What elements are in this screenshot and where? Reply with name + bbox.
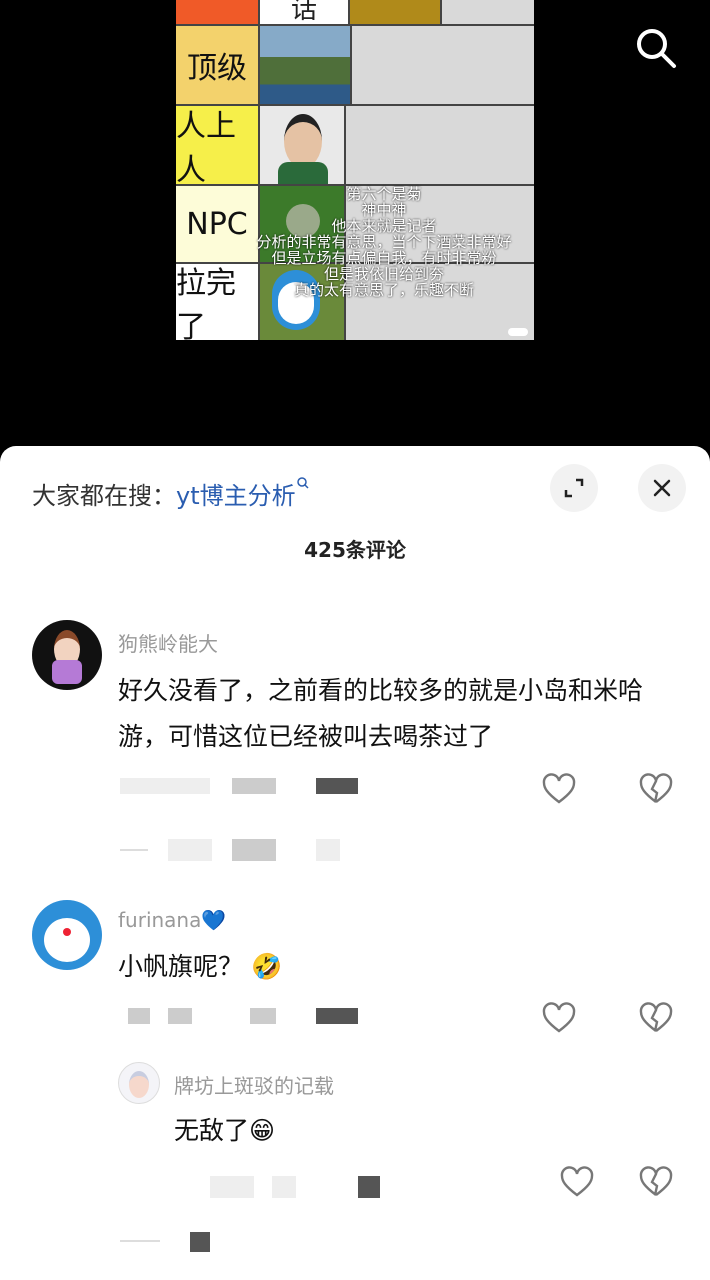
video-caption: 第六个是菊 神中神 他本来就是记者 分析的非常有意思，当个下酒菜非常好 但是立场…	[234, 186, 534, 298]
caption-line: 第六个是菊	[346, 185, 422, 203]
search-icon	[296, 477, 309, 489]
comment-meta	[316, 778, 358, 794]
search-suggestion[interactable]: 大家都在搜：yt博主分析	[32, 476, 310, 511]
tier-row-top: 话	[176, 0, 534, 26]
comment-text: 小帆旗呢？ 🤣	[118, 952, 283, 981]
comment-text: 好久没看了，之前看的比较多的就是小岛和米哈游，可惜这位已经被叫去喝茶过了	[118, 676, 644, 751]
reply-button[interactable]	[250, 1008, 276, 1024]
expand-replies-button[interactable]	[190, 1232, 210, 1252]
replies-divider	[120, 1240, 160, 1242]
caption-line: 神中神	[361, 201, 407, 219]
comment-meta	[316, 1008, 358, 1024]
expand-replies-button[interactable]	[168, 839, 212, 861]
comment-username[interactable]: furinana💙	[118, 908, 226, 932]
broken-heart-icon[interactable]	[639, 1002, 673, 1034]
comment-meta	[358, 1176, 380, 1198]
tier-row-top-tier: 顶级	[176, 26, 534, 106]
heart-icon[interactable]	[542, 1002, 576, 1034]
expand-replies-button[interactable]	[316, 839, 340, 861]
reply-username[interactable]: 牌坊上斑驳的记载	[174, 1070, 334, 1099]
island-image	[260, 26, 352, 104]
broken-heart-icon[interactable]	[639, 1166, 673, 1198]
tier-cell-text: 话	[260, 0, 350, 24]
tier-cell-image	[350, 0, 442, 24]
replies-divider	[120, 849, 148, 851]
caption-line: 分析的非常有意思，当个下酒菜非常好	[256, 233, 512, 251]
expand-icon	[564, 478, 584, 498]
tier-label: 人上人	[176, 106, 260, 188]
watermark-icon	[508, 328, 528, 336]
reply-text: 无敌了😁	[174, 1116, 276, 1145]
caption-line: 但是我依旧给到夯	[323, 265, 444, 283]
comment-meta	[168, 1008, 192, 1024]
reply-button[interactable]	[272, 1176, 296, 1198]
person-image	[260, 106, 346, 184]
comment-count: 425条评论	[304, 538, 406, 562]
expand-button[interactable]	[550, 464, 598, 512]
reply-button[interactable]	[232, 778, 276, 794]
comment-meta	[128, 1008, 150, 1024]
expand-replies-button[interactable]	[232, 839, 276, 861]
heart-icon[interactable]	[560, 1166, 594, 1198]
avatar[interactable]	[32, 900, 102, 970]
tier-label	[176, 0, 260, 24]
tier-row-above: 人上人	[176, 106, 534, 188]
avatar[interactable]	[32, 620, 102, 690]
comment-meta	[120, 778, 210, 794]
comments-sheet: 大家都在搜：yt博主分析 425条评论 狗熊岭能大 好久没看了，之前看的比较多的…	[0, 446, 710, 1280]
caption-line: 他本来就是记者	[331, 217, 437, 235]
caption-line: 真的太有意思了，乐趣不断	[293, 281, 474, 299]
video-area[interactable]: 话 顶级 人上人 NPC 拉完了 第六个是菊 神中神 他本来就是记者 分析的非常…	[0, 0, 710, 460]
heart-icon[interactable]	[542, 773, 576, 805]
avatar[interactable]	[118, 1062, 160, 1104]
close-icon	[653, 479, 671, 497]
suggestion-keyword[interactable]: yt博主分析	[176, 482, 296, 510]
search-icon[interactable]	[634, 26, 678, 70]
suggestion-prefix: 大家都在搜：	[32, 482, 176, 510]
comment-meta	[210, 1176, 254, 1198]
caption-line: 但是立场有点偏自我，有时非常粉	[271, 249, 497, 267]
close-button[interactable]	[638, 464, 686, 512]
tier-label: 顶级	[176, 26, 260, 104]
comment-username[interactable]: 狗熊岭能大	[118, 628, 218, 657]
broken-heart-icon[interactable]	[639, 773, 673, 805]
